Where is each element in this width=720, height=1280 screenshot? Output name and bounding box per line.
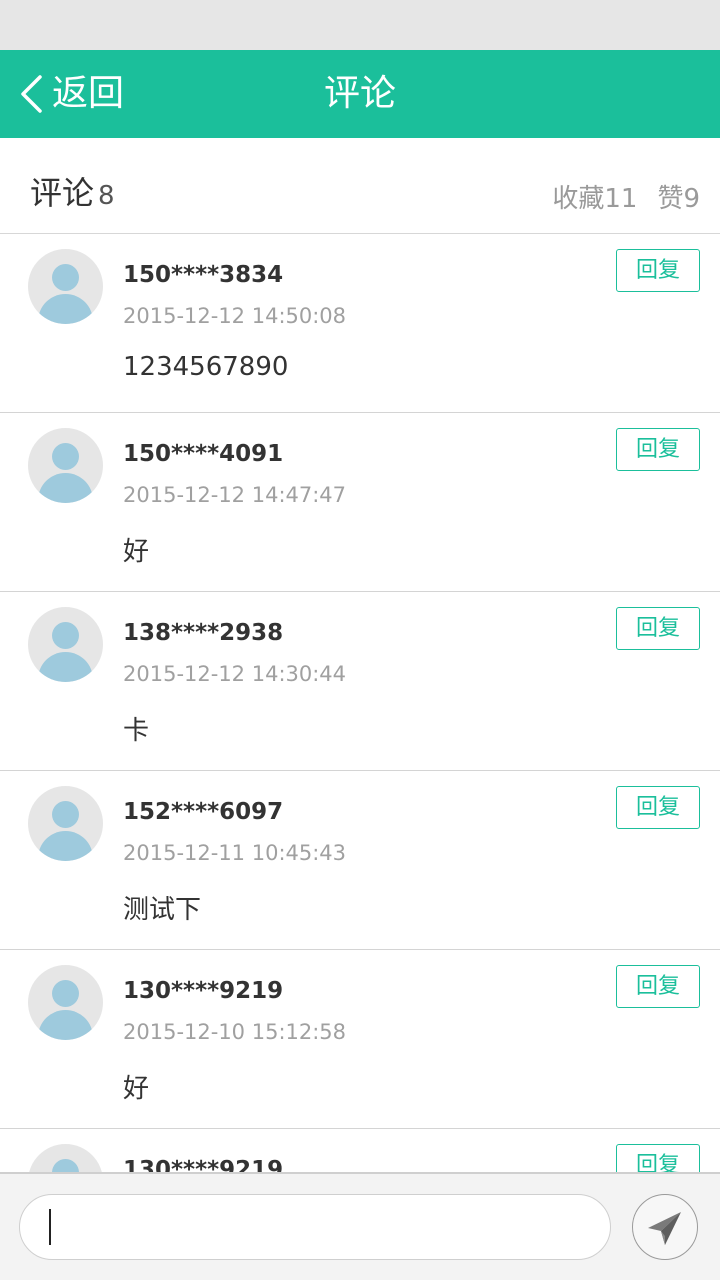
page-title: 评论 bbox=[323, 73, 396, 114]
comment-text: 测试下 bbox=[123, 895, 202, 925]
default-user-icon bbox=[28, 428, 103, 503]
comment-item: 138****2938 2015-12-12 14:30:44 卡 回复 bbox=[0, 592, 720, 771]
comment-item: 130****9219 2015-12-10 15:12:58 好 回复 bbox=[0, 950, 720, 1129]
comment-summary: 评论 8 收藏11 赞9 bbox=[0, 138, 720, 234]
comment-item: 152****6097 2015-12-11 10:45:43 测试下 回复 bbox=[0, 771, 720, 950]
comment-label: 评论 bbox=[30, 174, 95, 212]
comment-list[interactable]: 150****3834 2015-12-12 14:50:08 12345678… bbox=[0, 234, 720, 1172]
comment-text: 好 bbox=[123, 537, 150, 567]
likes-count[interactable]: 赞9 bbox=[657, 184, 700, 214]
comment-time: 2015-12-12 14:30:44 bbox=[123, 662, 347, 686]
comment-item: 150****3834 2015-12-12 14:50:08 12345678… bbox=[0, 234, 720, 413]
text-caret bbox=[49, 1209, 51, 1245]
comment-user: 130****9219 bbox=[123, 1157, 284, 1172]
default-user-icon bbox=[28, 607, 103, 682]
comment-text: 好 bbox=[123, 1074, 150, 1104]
comment-text: 1234567890 bbox=[123, 352, 289, 382]
comment-input-bar bbox=[0, 1172, 720, 1280]
comment-time: 2015-12-10 15:12:58 bbox=[123, 1020, 347, 1044]
comment-item: 130****9219 回复 bbox=[0, 1129, 720, 1172]
reply-button[interactable]: 回复 bbox=[616, 607, 700, 650]
comment-user: 152****6097 bbox=[123, 799, 284, 825]
app-bar: 返回 评论 bbox=[0, 50, 720, 138]
status-bar bbox=[0, 0, 720, 50]
comment-text: 卡 bbox=[123, 716, 150, 746]
reply-button[interactable]: 回复 bbox=[616, 249, 700, 292]
comment-time: 2015-12-11 10:45:43 bbox=[123, 841, 347, 865]
comment-user: 130****9219 bbox=[123, 978, 284, 1004]
comment-user: 150****4091 bbox=[123, 441, 284, 467]
reply-button[interactable]: 回复 bbox=[616, 965, 700, 1008]
reply-button[interactable]: 回复 bbox=[616, 428, 700, 471]
comment-item: 150****4091 2015-12-12 14:47:47 好 回复 bbox=[0, 413, 720, 592]
send-button[interactable] bbox=[632, 1194, 698, 1260]
favorites-count[interactable]: 收藏11 bbox=[552, 184, 637, 214]
default-user-icon bbox=[28, 786, 103, 861]
comment-time: 2015-12-12 14:50:08 bbox=[123, 304, 347, 328]
comment-input[interactable] bbox=[19, 1194, 611, 1260]
default-user-icon bbox=[28, 965, 103, 1040]
default-user-icon bbox=[28, 1144, 103, 1172]
paper-plane-icon bbox=[648, 1212, 681, 1245]
reply-button[interactable]: 回复 bbox=[616, 786, 700, 829]
comment-time: 2015-12-12 14:47:47 bbox=[123, 483, 347, 507]
comment-user: 150****3834 bbox=[123, 262, 284, 288]
comment-user: 138****2938 bbox=[123, 620, 284, 646]
reply-button[interactable]: 回复 bbox=[616, 1144, 700, 1172]
default-user-icon bbox=[28, 249, 103, 324]
comment-count: 8 bbox=[98, 181, 115, 211]
